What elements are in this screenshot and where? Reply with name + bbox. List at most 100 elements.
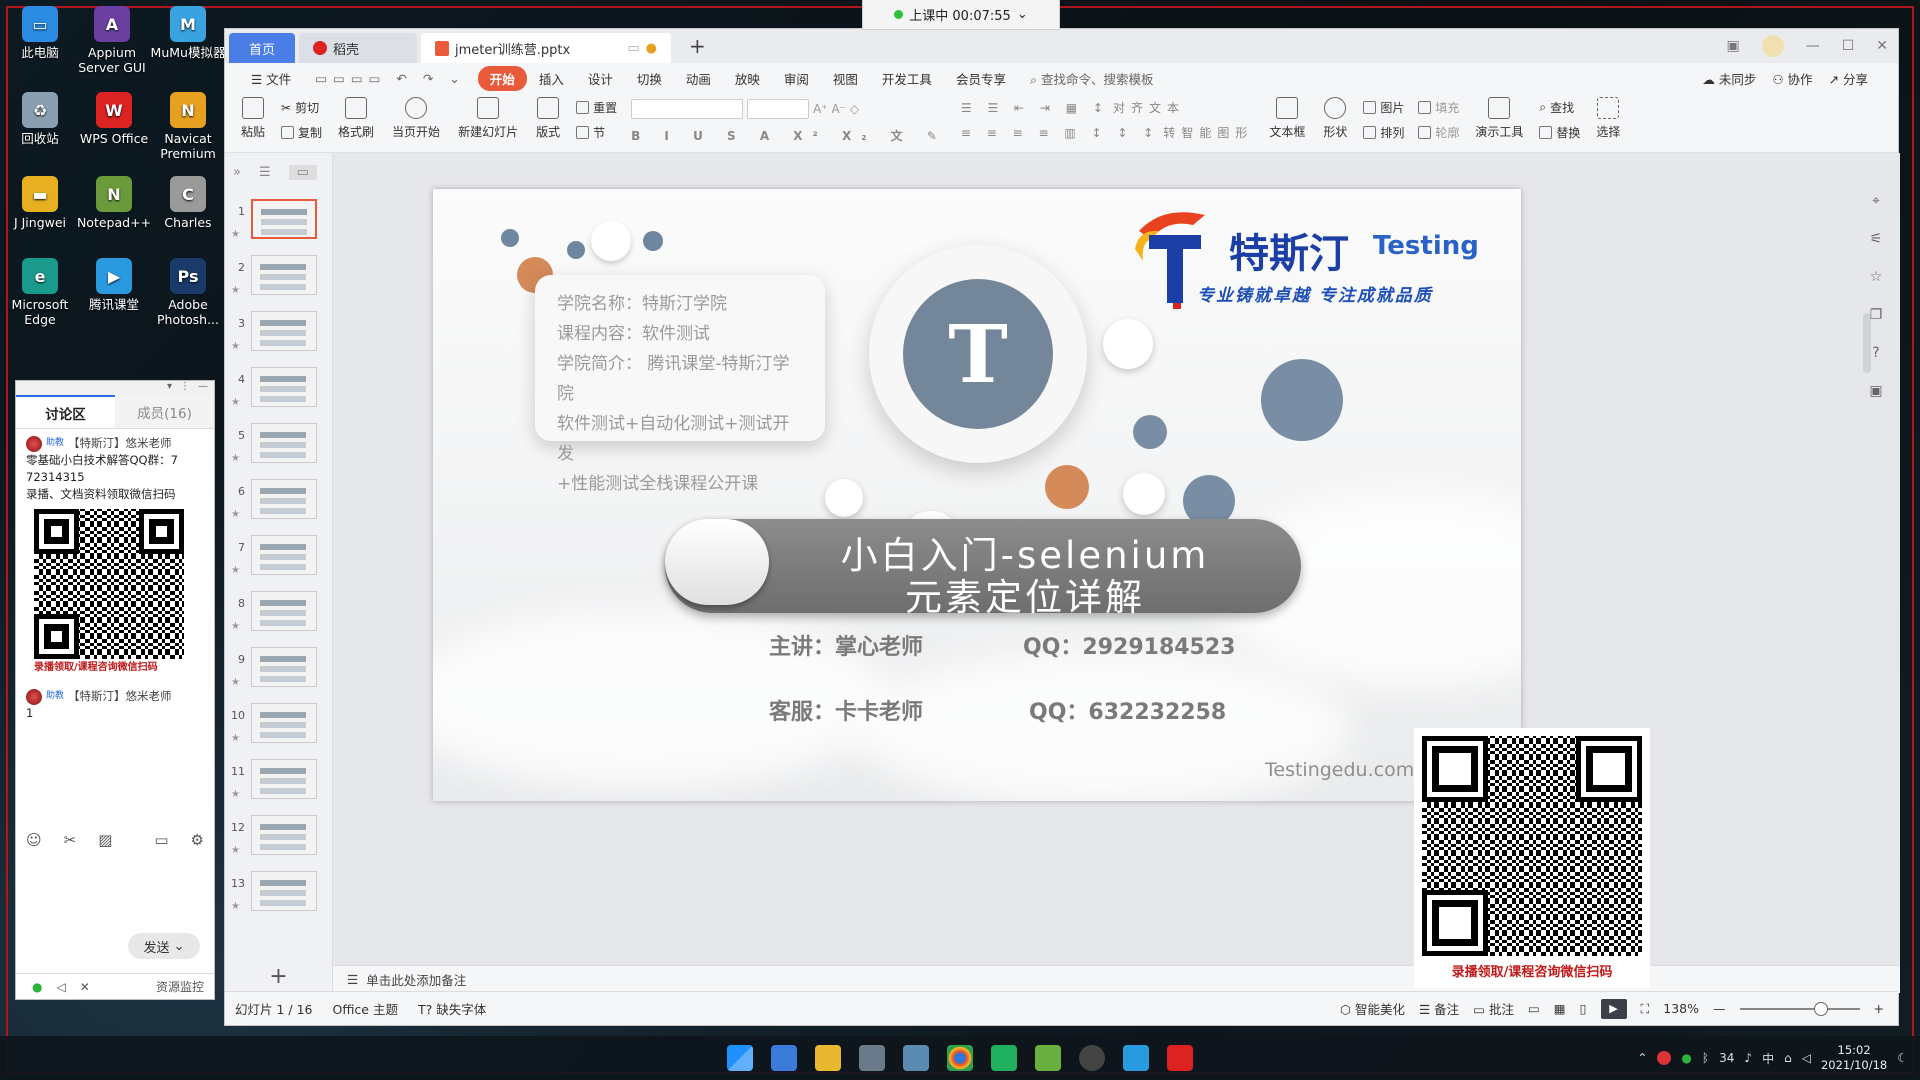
notes-bar[interactable]: ☰ 单击此处添加备注 (333, 965, 1900, 993)
pin-icon[interactable]: ▾ (167, 381, 172, 395)
maximize-icon[interactable]: ☐ (1842, 38, 1855, 54)
more-icon[interactable]: ⋮ (180, 381, 190, 395)
slide-thumbnail[interactable]: 11 ★ (229, 759, 328, 815)
message-icon[interactable]: ▭ (154, 831, 168, 849)
start-icon[interactable] (727, 1045, 753, 1071)
desktop-icon-appium[interactable]: A Appium Server GUI (72, 6, 152, 75)
qr-code-image[interactable] (1422, 736, 1642, 956)
desktop-icon-this-pc[interactable]: ▭ 此电脑 (0, 6, 80, 60)
slide-thumbnail[interactable]: 8 ★ (229, 591, 328, 647)
scissors-icon[interactable]: ✂ (64, 831, 77, 849)
command-search[interactable]: ⌕ 查找命令、搜索模板 (1018, 69, 1166, 88)
current-slide[interactable]: 学院名称：特斯汀学院 课程内容：软件测试 学院简介： 腾讯课堂-特斯汀学院 软件… (433, 189, 1521, 801)
slide-thumbnail[interactable]: 9 ★ (229, 647, 328, 703)
comments-toggle[interactable]: ▭ 批注 (1473, 999, 1514, 1018)
slide-thumbnail[interactable]: 13 ★ (229, 871, 328, 927)
desktop-icon-folder[interactable]: ▬ J Jingwei (0, 176, 80, 230)
fill-button[interactable]: 填充 (1418, 99, 1459, 116)
sorter-view-icon[interactable]: ▦ (1554, 1001, 1566, 1016)
missing-font-button[interactable]: T? 缺失字体 (418, 999, 486, 1018)
menu-member[interactable]: 会员专享 (944, 69, 1018, 88)
collapse-icon[interactable]: » (233, 165, 241, 180)
arrange-button[interactable]: 排列 (1363, 124, 1404, 141)
textbox-button[interactable]: 文本框 (1263, 97, 1311, 140)
menu-view[interactable]: 视图 (821, 69, 870, 88)
desktop-icon-mumu[interactable]: M MuMu模拟器 (148, 6, 228, 60)
resource-monitor-link[interactable]: 资源监控 (156, 978, 214, 995)
smart-graphic-button[interactable]: 转智能图形 (1163, 124, 1253, 141)
beautify-button[interactable]: ⬡ 智能美化 (1340, 999, 1405, 1018)
obs-icon[interactable] (1079, 1045, 1105, 1071)
menu-transition[interactable]: 切换 (625, 69, 674, 88)
tray-app-icon[interactable] (1657, 1051, 1672, 1065)
monitor-icon[interactable]: ▭ (627, 41, 639, 56)
tab-file[interactable]: jmeter训练营.pptx ▭ ● (421, 33, 671, 63)
format-painter-button[interactable]: 格式刷 (332, 97, 380, 140)
align-text-button[interactable]: 对齐文本 (1113, 99, 1185, 116)
collaborate-button[interactable]: ⚇ 协作 (1772, 69, 1812, 88)
slide-thumbnail[interactable]: 6 ★ (229, 479, 328, 535)
input-lang[interactable]: 中 (1762, 1050, 1774, 1067)
align-buttons[interactable]: ≡ ≡ ≡ ≡ ▥ ↕ ↕ ↕ 转智能图形 (961, 124, 1253, 141)
theme-name[interactable]: Office 主题 (333, 999, 398, 1018)
normal-view-icon[interactable]: ▭ (1528, 1001, 1540, 1016)
zoom-in-button[interactable]: + (1874, 1001, 1884, 1016)
file-explorer-icon[interactable] (815, 1045, 841, 1071)
text-style-buttons[interactable]: B I U S A X² X₂ 文 ✎ (631, 127, 947, 144)
task-view-icon[interactable] (771, 1045, 797, 1071)
font-size-select[interactable] (747, 99, 810, 119)
image-viewer-icon[interactable] (903, 1045, 929, 1071)
play-slideshow-button[interactable]: ▶ (1600, 998, 1627, 1019)
desktop-icon-photoshop[interactable]: Ps Adobe Photosh... (148, 258, 228, 327)
layout-icon[interactable]: ▣ (1726, 38, 1739, 54)
desktop-icon-notepadpp[interactable]: N Notepad++ (74, 176, 154, 230)
bluetooth-icon[interactable]: ᛒ (1702, 1051, 1709, 1065)
picture-button[interactable]: 图片 (1363, 99, 1404, 116)
live-status-bar[interactable]: 上课中 00:07:55 ⌄ (862, 0, 1060, 30)
send-button[interactable]: 发送 ⌄ (128, 933, 200, 959)
zoom-slider[interactable] (1739, 1001, 1860, 1016)
store-icon[interactable] (859, 1045, 885, 1071)
font-size-buttons[interactable]: A⁺ A⁻ ◇ (813, 102, 859, 116)
new-tab-button[interactable]: + (675, 34, 720, 63)
notepadpp-icon[interactable] (1035, 1045, 1061, 1071)
presentation-tools-button[interactable]: 演示工具 (1469, 97, 1529, 140)
mute-icon[interactable]: ✕ (80, 980, 90, 994)
clock[interactable]: 15:02 2021/10/18 (1821, 1043, 1887, 1073)
share-button[interactable]: ↗ 分享 (1829, 69, 1868, 88)
image-icon[interactable]: ▨ (98, 831, 112, 849)
desktop-icon-charles[interactable]: C Charles (148, 176, 228, 230)
microphone-icon[interactable]: ● (32, 980, 42, 994)
slide-thumbnail[interactable]: 7 ★ (229, 535, 328, 591)
network-icon[interactable]: ⌂ (1784, 1051, 1792, 1065)
add-slide-button[interactable]: + (225, 964, 332, 989)
cut-button[interactable]: ✂ 剪切 (281, 99, 322, 116)
menu-review[interactable]: 审阅 (772, 69, 821, 88)
menu-design[interactable]: 设计 (576, 69, 625, 88)
microphone-icon[interactable]: ♪ (1744, 1051, 1752, 1065)
menu-start[interactable]: 开始 (477, 65, 527, 91)
slide-thumbnail[interactable]: 1 ★ (229, 199, 328, 255)
help-icon[interactable]: ? (1872, 345, 1879, 361)
reset-button[interactable]: 重置 (576, 99, 617, 116)
outline-button[interactable]: 轮廓 (1418, 124, 1459, 141)
layout-button[interactable]: 版式 (530, 97, 566, 140)
sliders-icon[interactable]: ⚟ (1870, 231, 1883, 247)
list-buttons[interactable]: ☰ ☰ ⇤ ⇥ ▦ ↕ 对齐文本 (961, 99, 1253, 116)
desktop-icon-recycle-bin[interactable]: ♻ 回收站 (0, 92, 80, 146)
close-icon[interactable]: ✕ (1876, 38, 1888, 54)
reading-view-icon[interactable]: ▯ (1580, 1001, 1587, 1016)
chrome-icon[interactable] (947, 1045, 973, 1071)
desktop-icon-edge[interactable]: e Microsoft Edge (0, 258, 80, 327)
minimize-icon[interactable]: — (1806, 38, 1820, 54)
speaker-icon[interactable]: ◁ (56, 980, 65, 994)
font-name-select[interactable] (631, 99, 744, 119)
tab-discussion[interactable]: 讨论区 (16, 395, 115, 428)
fit-window-icon[interactable]: ⛶ (1641, 1001, 1650, 1017)
slide-thumbnail[interactable]: 3 ★ (229, 311, 328, 367)
minimize-icon[interactable]: — (198, 381, 208, 395)
wechat-icon[interactable]: ● (1681, 1051, 1691, 1065)
slide-thumbnail[interactable]: 10 ★ (229, 703, 328, 759)
menu-file[interactable]: ☰ 文件 (239, 69, 303, 88)
wps-icon[interactable] (1167, 1045, 1193, 1071)
